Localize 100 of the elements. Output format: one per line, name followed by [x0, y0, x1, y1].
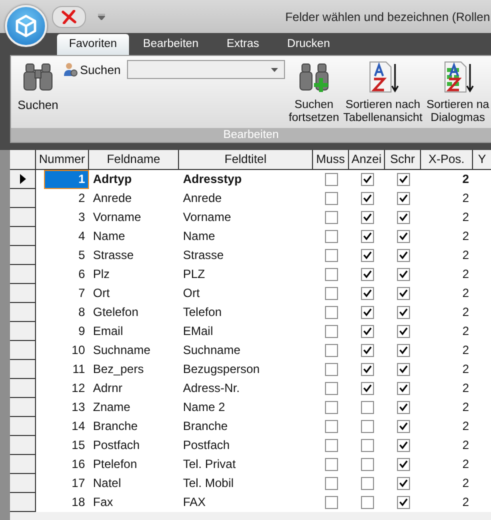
ribbon-tab[interactable]: Favoriten	[57, 34, 129, 55]
checkbox[interactable]	[360, 496, 374, 509]
checkbox[interactable]	[396, 268, 410, 281]
row-header[interactable]	[10, 379, 36, 398]
checkbox[interactable]	[324, 477, 338, 490]
row-header[interactable]	[10, 265, 36, 284]
checkbox[interactable]	[324, 420, 338, 433]
column-header[interactable]: Feldname	[89, 150, 179, 170]
checkbox[interactable]	[324, 211, 338, 224]
row-header[interactable]	[10, 227, 36, 246]
dropdown-icon[interactable]	[98, 14, 105, 20]
row-header[interactable]	[10, 474, 36, 493]
table-row[interactable]: 3 Vorname Vorname 2	[10, 208, 491, 227]
checkbox[interactable]	[396, 477, 410, 490]
checkbox[interactable]	[396, 325, 410, 338]
row-header[interactable]	[10, 417, 36, 436]
column-header[interactable]: Schr	[385, 150, 421, 170]
checkbox[interactable]	[396, 458, 410, 471]
table-row[interactable]: 7 Ort Ort 2	[10, 284, 491, 303]
checkbox[interactable]	[360, 363, 374, 376]
checkbox[interactable]	[324, 287, 338, 300]
column-header[interactable]: Muss	[313, 150, 349, 170]
checkbox[interactable]	[360, 211, 374, 224]
search-button[interactable]: Suchen	[17, 60, 59, 112]
table-row[interactable]: 1 Adrtyp Adresstyp 2	[10, 170, 491, 189]
checkbox[interactable]	[324, 363, 338, 376]
table-row[interactable]: 17 Natel Tel. Mobil 2	[10, 474, 491, 493]
checkbox[interactable]	[396, 287, 410, 300]
table-row[interactable]: 15 Postfach Postfach 2	[10, 436, 491, 455]
row-header[interactable]	[10, 493, 36, 512]
row-header[interactable]	[10, 322, 36, 341]
row-header[interactable]	[10, 398, 36, 417]
checkbox[interactable]	[360, 344, 374, 357]
checkbox[interactable]	[360, 192, 374, 205]
checkbox[interactable]	[324, 306, 338, 319]
table-row[interactable]: 5 Strasse Strasse 2	[10, 246, 491, 265]
checkbox[interactable]	[360, 306, 374, 319]
table-row[interactable]: 18 Fax FAX 2	[10, 493, 491, 512]
checkbox[interactable]	[324, 344, 338, 357]
row-header[interactable]	[10, 360, 36, 379]
column-header[interactable]: Anzei	[349, 150, 385, 170]
checkbox[interactable]	[360, 420, 374, 433]
checkbox[interactable]	[396, 211, 410, 224]
row-header[interactable]	[10, 246, 36, 265]
ribbon-tab[interactable]: Extras	[212, 34, 274, 55]
table-row[interactable]: 16 Ptelefon Tel. Privat 2	[10, 455, 491, 474]
checkbox[interactable]	[324, 458, 338, 471]
column-header[interactable]: Feldtitel	[179, 150, 313, 170]
checkbox[interactable]	[324, 439, 338, 452]
checkbox[interactable]	[360, 477, 374, 490]
checkbox[interactable]	[324, 382, 338, 395]
table-row[interactable]: 6 Plz PLZ 2	[10, 265, 491, 284]
ribbon-tab[interactable]: Bearbeiten	[128, 34, 213, 55]
checkbox[interactable]	[324, 325, 338, 338]
checkbox[interactable]	[324, 249, 338, 262]
checkbox[interactable]	[324, 230, 338, 243]
ribbon-tab[interactable]: Drucken	[273, 34, 344, 55]
table-row[interactable]: 13 Zname Name 2 2	[10, 398, 491, 417]
checkbox[interactable]	[396, 496, 410, 509]
checkbox[interactable]	[360, 439, 374, 452]
row-header[interactable]	[10, 436, 36, 455]
checkbox[interactable]	[396, 401, 410, 414]
checkbox[interactable]	[396, 344, 410, 357]
ribbon-button[interactable]: Sortieren na Dialogmas	[424, 60, 490, 125]
checkbox[interactable]	[360, 173, 374, 186]
checkbox[interactable]	[396, 382, 410, 395]
table-row[interactable]: 14 Branche Branche 2	[10, 417, 491, 436]
row-header[interactable]	[10, 303, 36, 322]
checkbox[interactable]	[360, 249, 374, 262]
checkbox[interactable]	[324, 173, 338, 186]
checkbox[interactable]	[324, 268, 338, 281]
checkbox[interactable]	[396, 230, 410, 243]
table-row[interactable]: 9 Email EMail 2	[10, 322, 491, 341]
checkbox[interactable]	[396, 439, 410, 452]
checkbox[interactable]	[396, 173, 410, 186]
row-header[interactable]	[10, 455, 36, 474]
table-row[interactable]: 11 Bez_pers Bezugsperson 2	[10, 360, 491, 379]
ribbon-button[interactable]: Sortieren nach Tabellenansicht	[341, 60, 424, 125]
table-row[interactable]: 4 Name Name 2	[10, 227, 491, 246]
checkbox[interactable]	[396, 192, 410, 205]
row-header[interactable]	[10, 170, 36, 189]
checkbox[interactable]	[360, 268, 374, 281]
row-header[interactable]	[10, 208, 36, 227]
row-header[interactable]	[10, 341, 36, 360]
checkbox[interactable]	[360, 287, 374, 300]
checkbox[interactable]	[396, 420, 410, 433]
checkbox[interactable]	[396, 249, 410, 262]
row-header[interactable]	[10, 189, 36, 208]
checkbox[interactable]	[324, 496, 338, 509]
column-header[interactable]: Nummer	[36, 150, 89, 170]
checkbox[interactable]	[360, 401, 374, 414]
table-row[interactable]: 8 Gtelefon Telefon 2	[10, 303, 491, 322]
checkbox[interactable]	[396, 306, 410, 319]
checkbox[interactable]	[324, 192, 338, 205]
table-row[interactable]: 10 Suchname Suchname 2	[10, 341, 491, 360]
checkbox[interactable]	[360, 325, 374, 338]
ribbon-button[interactable]: Suchen fortsetzen	[286, 60, 342, 125]
checkbox[interactable]	[360, 458, 374, 471]
close-button[interactable]	[52, 6, 86, 28]
column-header[interactable]: X-Pos.	[421, 150, 473, 170]
